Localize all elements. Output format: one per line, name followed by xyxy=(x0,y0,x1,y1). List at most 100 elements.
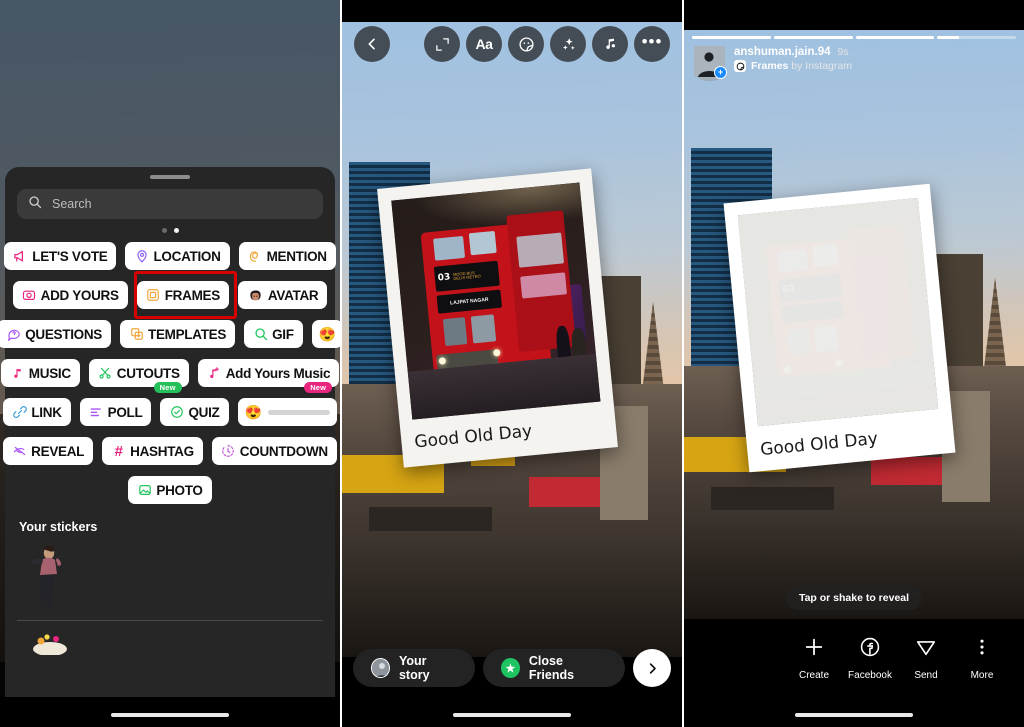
sticker-label: TEMPLATES xyxy=(148,326,227,342)
slider-track[interactable] xyxy=(267,409,330,415)
frames-sticker-unrevealed[interactable]: 03 Good Old Day xyxy=(723,183,956,473)
sticker-music[interactable]: MUSIC xyxy=(0,359,80,387)
cutout-sticker-person[interactable] xyxy=(29,542,65,612)
more-button[interactable]: More xyxy=(954,636,1010,681)
sticker-photo[interactable]: PHOTO xyxy=(128,476,212,504)
page-dots xyxy=(17,228,323,233)
music-note-icon[interactable] xyxy=(592,26,628,62)
sticker-row-4: MUSIC CUTOUTS New Add Yours Music New xyxy=(0,359,340,393)
your-story-button[interactable]: Your story xyxy=(353,649,475,687)
scissors-icon xyxy=(98,366,113,381)
home-indicator-middle[interactable] xyxy=(453,713,571,717)
frame-square-icon xyxy=(146,288,161,303)
page-dot-1[interactable] xyxy=(161,228,167,233)
home-indicator-right[interactable] xyxy=(795,713,913,717)
bottom-black-bar-right xyxy=(684,697,1024,727)
sticker-label: ADD YOURS xyxy=(40,287,119,303)
panel-sticker-tray: Search LET'S VOTE LOCATION MENTION ADD Y… xyxy=(0,0,340,727)
facebook-button[interactable]: Facebook xyxy=(842,636,898,681)
story-header-line-1: anshuman.jain.94 9s xyxy=(734,46,852,58)
countdown-timer-icon xyxy=(221,444,236,459)
avatar xyxy=(371,658,390,678)
sticker-templates[interactable]: TEMPLATES xyxy=(120,320,236,348)
sticker-label: LINK xyxy=(31,404,62,420)
sticker-label: FRAMES xyxy=(164,287,221,303)
more-dots: ••• xyxy=(641,32,663,51)
sticker-emoji-slider-1[interactable]: 😍 xyxy=(311,320,340,348)
sticker-quiz[interactable]: QUIZ xyxy=(160,398,229,426)
reveal-hint-pill[interactable]: Tap or shake to reveal xyxy=(785,586,923,610)
avatar[interactable]: + xyxy=(694,46,727,81)
sticker-emoji-slider-2[interactable]: 😍 xyxy=(237,398,337,426)
sparkles-effects-icon[interactable] xyxy=(550,26,586,62)
at-mention-icon xyxy=(248,249,263,264)
sticker-label: POLL xyxy=(107,404,143,420)
sticker-hashtag[interactable]: # HASHTAG xyxy=(102,437,203,465)
sticker-gif[interactable]: GIF xyxy=(244,320,303,348)
more-horizontal-icon[interactable]: ••• xyxy=(634,26,670,62)
sticker-avatar[interactable]: AVATAR xyxy=(237,281,328,309)
sticker-poll[interactable]: POLL xyxy=(79,398,152,426)
avatar-face-icon xyxy=(247,287,264,304)
sticker-location[interactable]: LOCATION xyxy=(125,242,230,270)
sticker-cutouts[interactable]: CUTOUTS New xyxy=(88,359,189,393)
progress-segment-3 xyxy=(855,36,935,39)
send-button[interactable]: Send xyxy=(898,636,954,681)
sticker-smiley-icon[interactable] xyxy=(508,26,544,62)
sticker-label: Add Yours Music xyxy=(225,365,331,381)
bus-route-number: 03 xyxy=(437,272,451,284)
reveal-eye-slash-icon xyxy=(12,444,27,459)
sticker-reveal[interactable]: REVEAL xyxy=(3,437,94,465)
bus-night-photo: 03 MOOD BUS DELHI METRO LAJPAT NAGAR xyxy=(391,182,601,420)
sticker-countdown[interactable]: COUNTDOWN xyxy=(211,437,337,465)
text-aa-icon[interactable]: Aa xyxy=(466,26,502,62)
progress-segment-2 xyxy=(773,36,853,39)
sticker-label: MUSIC xyxy=(28,365,71,381)
sticker-add-yours-music[interactable]: Add Yours Music New xyxy=(197,359,340,393)
question-bubble-icon xyxy=(6,327,21,342)
megaphone-icon xyxy=(13,249,28,264)
frames-caption: Good Old Day xyxy=(413,421,534,453)
sticker-lets-vote[interactable]: LET'S VOTE xyxy=(4,242,117,270)
chevron-right-icon[interactable] xyxy=(633,649,671,687)
sheet-grabber[interactable] xyxy=(150,175,190,179)
sticker-questions[interactable]: QUESTIONS xyxy=(0,320,111,348)
story-progress-bar xyxy=(692,36,1016,39)
quiz-check-icon xyxy=(169,405,184,420)
sticker-mention[interactable]: MENTION xyxy=(238,242,336,270)
back-chevron-icon[interactable] xyxy=(354,26,390,62)
send-paper-plane-icon xyxy=(915,636,937,663)
editor-tool-buttons: Aa ••• xyxy=(424,26,670,62)
gif-search-icon xyxy=(253,327,268,342)
expand-crop-icon[interactable] xyxy=(424,26,460,62)
hashtag-icon: # xyxy=(114,442,123,460)
page-dot-2[interactable] xyxy=(173,228,179,233)
home-indicator-left[interactable] xyxy=(111,713,229,717)
share-bar: Your story ★ Close Friends xyxy=(342,647,682,689)
sticker-label: QUESTIONS xyxy=(25,326,102,342)
emoji-slider-icon: 😍 xyxy=(318,326,336,342)
location-pin-icon xyxy=(134,249,149,264)
sticker-label: PHOTO xyxy=(156,482,203,498)
sticker-link[interactable]: LINK xyxy=(3,398,71,426)
avatar-add-badge[interactable]: + xyxy=(714,66,727,79)
sticker-label: QUIZ xyxy=(188,404,220,420)
create-label: Create xyxy=(798,669,829,681)
search-input[interactable]: Search xyxy=(17,189,323,219)
sticker-label: GIF xyxy=(272,326,294,342)
sticker-frames[interactable]: FRAMES xyxy=(136,281,229,309)
panel-story-viewer: + anshuman.jain.94 9s Frames by Instagra… xyxy=(684,0,1024,727)
sticker-label: HASHTAG xyxy=(130,443,194,459)
sticker-add-yours[interactable]: ADD YOURS xyxy=(12,281,128,309)
sticker-row-6: REVEAL # HASHTAG COUNTDOWN xyxy=(3,437,337,465)
link-chain-icon xyxy=(12,405,27,420)
username[interactable]: anshuman.jain.94 xyxy=(734,46,831,58)
close-friends-button[interactable]: ★ Close Friends xyxy=(483,649,625,687)
time-ago: 9s xyxy=(837,46,849,58)
sticker-label: AVATAR xyxy=(267,287,319,303)
sticker-smiley-icon xyxy=(734,60,746,72)
story-header-line-2[interactable]: Frames by Instagram xyxy=(734,60,852,72)
bottom-black-bar-left xyxy=(0,697,340,727)
create-button[interactable]: Create xyxy=(786,636,842,681)
frames-sticker-revealed[interactable]: 03 MOOD BUS DELHI METRO LAJPAT NAGAR Goo… xyxy=(377,168,618,468)
